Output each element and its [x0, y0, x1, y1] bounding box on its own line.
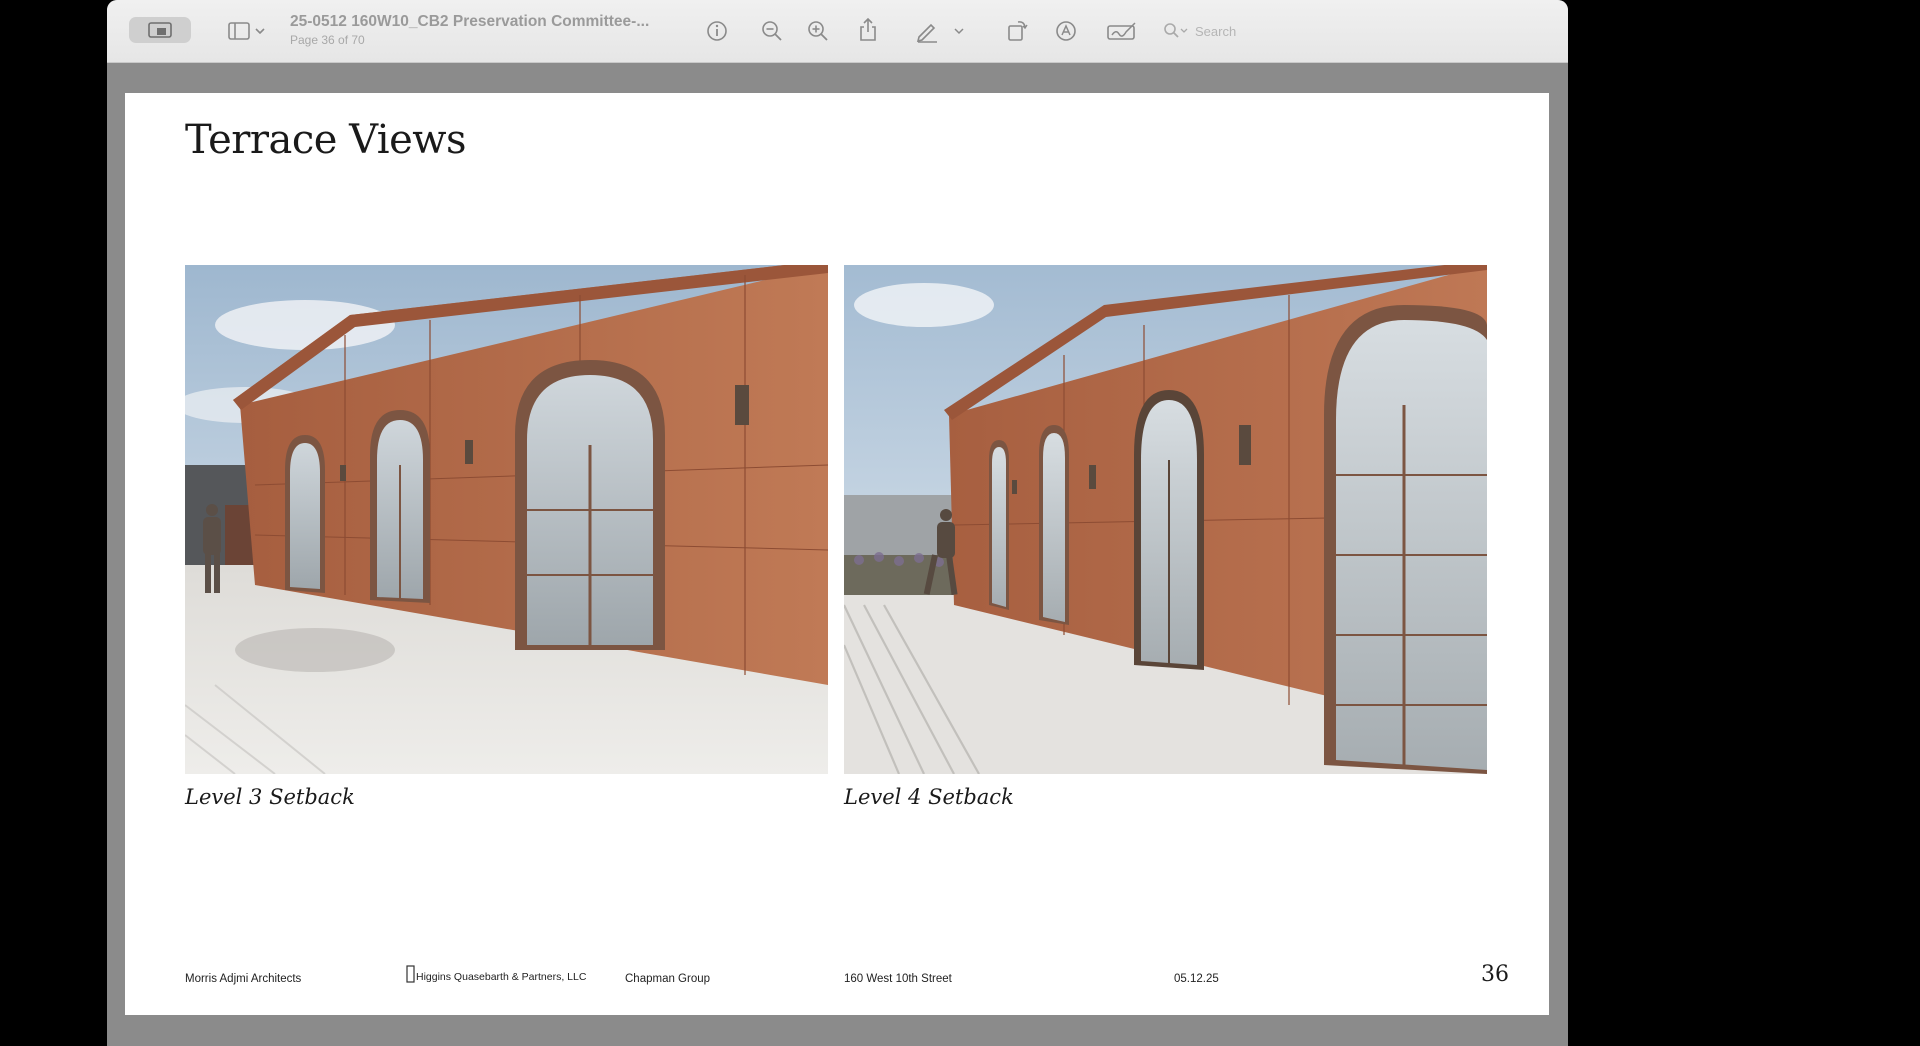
share-button[interactable]: [855, 16, 881, 44]
annotate-icon: [1056, 21, 1076, 41]
share-icon: [860, 17, 876, 41]
zoom-in-icon: [808, 21, 828, 41]
zoom-out-icon: [762, 21, 782, 41]
pdf-page: Terrace Views Level 3 Setback Level 4 Se…: [125, 93, 1549, 1015]
rotate-button[interactable]: [1004, 17, 1030, 43]
zoom-in-button[interactable]: [805, 18, 831, 44]
caption-level-4: Level 4 Setback: [844, 785, 1014, 809]
footer-partner-label: Higgins Quasebarth & Partners, LLC: [416, 971, 587, 983]
caption-level-3: Level 3 Setback: [185, 785, 355, 809]
footer-partner: Higgins Quasebarth & Partners, LLC: [406, 965, 586, 983]
markup-pen-icon: [916, 23, 964, 43]
search-field[interactable]: Search: [1163, 20, 1283, 42]
level-4-setback-render: [844, 265, 1487, 774]
hqp-logo-icon: [406, 965, 415, 983]
toolbar: 25-0512 160W10_CB2 Preservation Committe…: [107, 0, 1568, 63]
markup-button[interactable]: [915, 18, 965, 44]
sidebar-toggle-button[interactable]: [129, 17, 191, 43]
view-menu-button[interactable]: [227, 20, 267, 42]
signature-icon: [1107, 22, 1136, 40]
search-placeholder: Search: [1195, 23, 1237, 39]
search-icon: [1164, 23, 1188, 38]
document-title[interactable]: 25-0512 160W10_CB2 Preservation Committe…: [290, 13, 649, 31]
footer-date: 05.12.25: [1174, 973, 1219, 985]
zoom-out-button[interactable]: [759, 18, 785, 44]
info-button[interactable]: [704, 18, 730, 44]
rotate-icon: [1008, 21, 1028, 41]
page-number: 36: [1481, 962, 1509, 987]
footer-architect: Morris Adjmi Architects: [185, 973, 302, 985]
level-3-setback-render: [185, 265, 828, 774]
signature-button[interactable]: [1105, 18, 1139, 44]
info-icon: [707, 21, 727, 41]
footer-address: 160 West 10th Street: [844, 973, 952, 985]
slide-title: Terrace Views: [185, 117, 467, 163]
preview-window: 25-0512 160W10_CB2 Preservation Committe…: [107, 0, 1568, 1046]
page-indicator: Page 36 of 70: [290, 33, 365, 47]
sidebar-icon: [148, 22, 172, 38]
footer-group: Chapman Group: [625, 973, 711, 985]
view-layout-icon: [228, 22, 265, 40]
annotate-button[interactable]: [1053, 18, 1079, 44]
